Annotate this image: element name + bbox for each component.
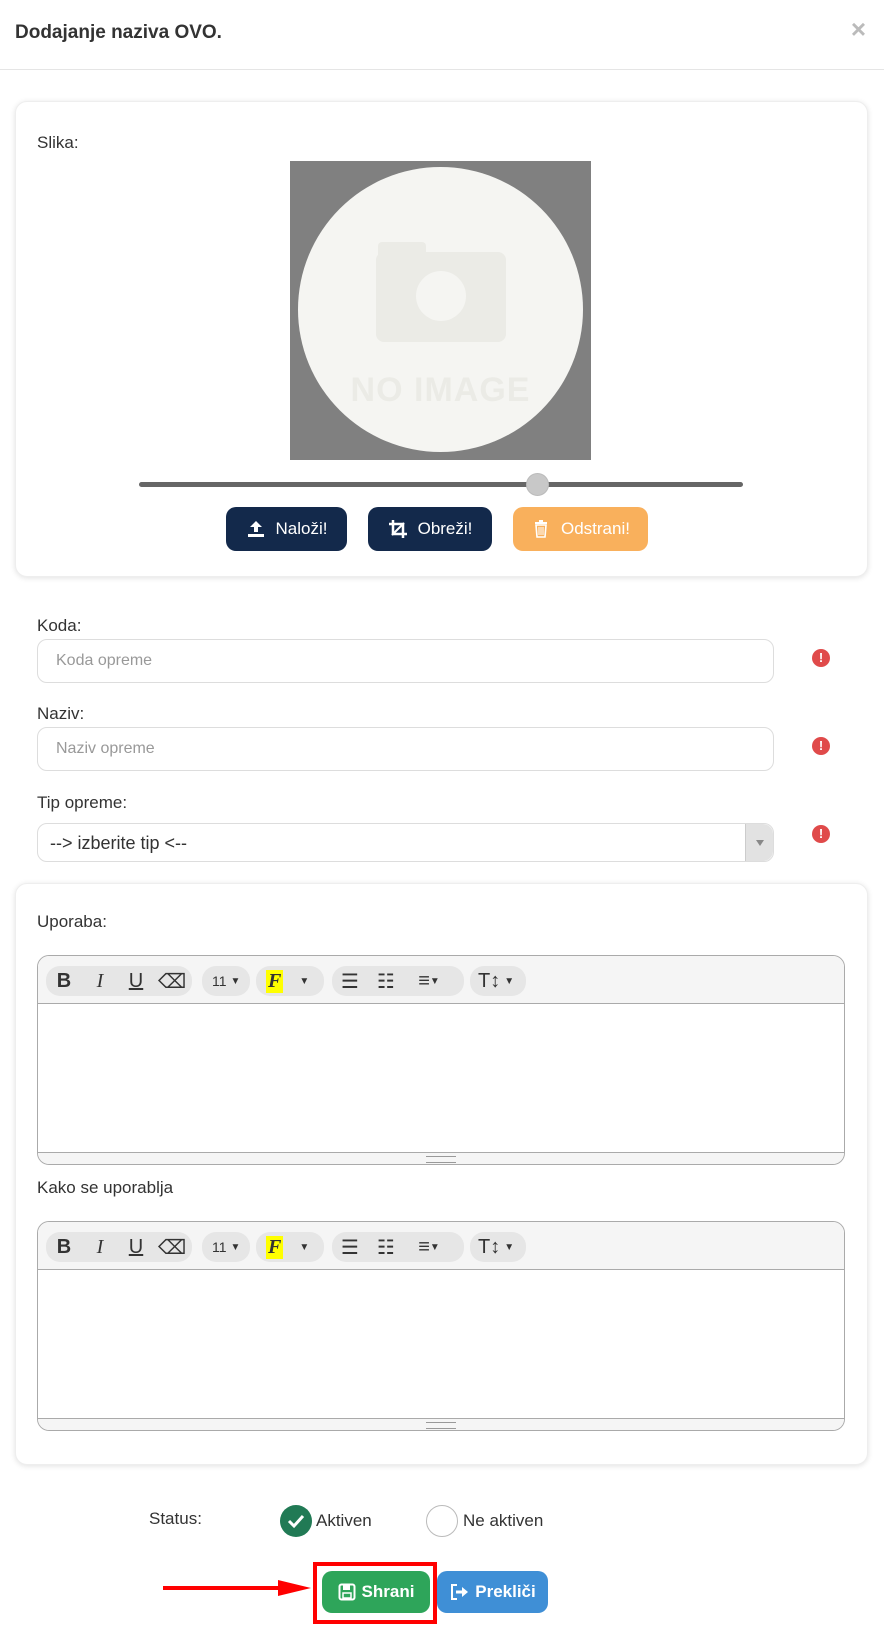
align-dropdown-icon[interactable]: ≡ ▼ [404,966,454,996]
how-to-use-label: Kako se uporablja [37,1178,174,1197]
image-label: Slika: [37,133,79,152]
line-height-dropdown[interactable]: T↕ ▼ [470,1232,526,1262]
italic-icon[interactable]: I [82,966,118,996]
name-input[interactable] [37,727,774,771]
crop-icon [388,520,407,538]
image-preview: NO IMAGE [290,161,591,460]
name-required-icon: ! [812,737,830,755]
status-active-label: Aktiven [316,1511,372,1530]
text-style-group: B I U ⌫ [46,966,192,996]
status-label: Status: [149,1509,202,1528]
font-color-dropdown[interactable]: F ▼ [256,966,324,996]
upload-button-label: Naloži! [275,519,328,538]
bold-icon[interactable]: B [46,966,82,996]
bullet-list-icon[interactable]: ☰ [332,1232,368,1262]
underline-icon[interactable]: U [118,1232,154,1262]
font-size-dropdown[interactable]: 11 ▼ [202,1232,250,1262]
font-size-value: 11 [212,1239,227,1255]
close-icon[interactable]: × [851,16,866,42]
eraser-icon[interactable]: ⌫ [154,966,190,996]
how-to-use-editor-body[interactable] [38,1270,844,1418]
crop-button-label: Obreži! [417,519,473,538]
modal-header: Dodajanje naziva OVO. × [0,0,884,70]
line-height-icon: T↕ [478,1235,501,1258]
align-dropdown-icon[interactable]: ≡ ▼ [404,1232,454,1262]
line-height-dropdown[interactable]: T↕ ▼ [470,966,526,996]
line-height-icon: T↕ [478,969,501,992]
paragraph-group: ☰ ☷ ≡ ▼ [332,1232,464,1262]
code-required-icon: ! [812,649,830,667]
upload-icon [247,521,264,537]
upload-button[interactable]: Naloži! [226,507,347,551]
usage-editor-toolbar: B I U ⌫ 11 ▼ F ▼ ☰ ☷ ≡ ▼ T↕ ▼ [38,956,844,1004]
code-input[interactable] [37,639,774,683]
zoom-slider-thumb[interactable] [526,473,550,496]
caret-down-icon: ▼ [230,1241,241,1253]
caret-down-icon: ▼ [504,1241,515,1253]
equipment-type-selected: --> izberite tip <-- [50,833,188,853]
sign-out-icon [451,1584,469,1600]
trash-icon [535,520,547,538]
eraser-icon[interactable]: ⌫ [154,1232,190,1262]
how-to-use-editor: B I U ⌫ 11 ▼ F ▼ ☰ ☷ ≡ ▼ T↕ ▼ [37,1221,845,1431]
annotation-arrow [163,1580,311,1596]
chevron-down-icon[interactable] [745,824,773,861]
check-icon [287,1514,305,1529]
status-inactive-label: Ne aktiven [463,1511,544,1530]
usage-editor-body[interactable] [38,1004,844,1152]
status-inactive-radio[interactable] [426,1505,458,1537]
usage-editor: B I U ⌫ 11 ▼ F ▼ ☰ ☷ ≡ ▼ T↕ ▼ [37,955,845,1165]
italic-icon[interactable]: I [82,1232,118,1262]
caret-down-icon: ▼ [504,975,515,987]
bullet-list-icon[interactable]: ☰ [332,966,368,996]
save-button[interactable]: Shrani [322,1571,430,1613]
remove-image-button-label: Odstrani! [561,519,630,538]
usage-label: Uporaba: [37,912,107,931]
crop-button[interactable]: Obreži! [368,507,492,551]
zoom-slider-track[interactable] [139,482,743,487]
type-label: Tip opreme: [37,793,128,812]
caret-down-icon: ▼ [299,975,310,987]
font-color-icon: F [266,969,284,993]
paragraph-group: ☰ ☷ ≡ ▼ [332,966,464,996]
how-to-use-editor-toolbar: B I U ⌫ 11 ▼ F ▼ ☰ ☷ ≡ ▼ T↕ ▼ [38,1222,844,1270]
no-image-text: NO IMAGE [350,371,531,409]
status-active-radio[interactable] [280,1505,312,1537]
font-size-dropdown[interactable]: 11 ▼ [202,966,250,996]
numbered-list-icon[interactable]: ☷ [368,1232,404,1262]
cancel-button-label: Prekliči [475,1582,536,1601]
bold-icon[interactable]: B [46,1232,82,1262]
underline-icon[interactable]: U [118,966,154,996]
modal-title: Dodajanje naziva OVO. [15,22,222,43]
name-label: Naziv: [37,704,85,723]
font-color-icon: F [266,1235,284,1259]
remove-image-button[interactable]: Odstrani! [513,507,648,551]
how-to-use-editor-resize-handle[interactable] [38,1418,844,1430]
save-button-label: Shrani [361,1582,415,1601]
text-style-group: B I U ⌫ [46,1232,192,1262]
camera-lens-icon [416,271,466,321]
font-size-value: 11 [212,973,227,989]
cancel-button[interactable]: Prekliči [437,1571,548,1613]
caret-down-icon: ▼ [230,975,241,987]
type-required-icon: ! [812,825,830,843]
equipment-type-select[interactable]: --> izberite tip <-- [37,823,774,862]
floppy-icon [338,1583,356,1601]
caret-down-icon: ▼ [299,1241,310,1253]
usage-editor-resize-handle[interactable] [38,1152,844,1164]
image-crop-circle[interactable]: NO IMAGE [298,167,583,452]
code-label: Koda: [37,616,82,635]
font-color-dropdown[interactable]: F ▼ [256,1232,324,1262]
numbered-list-icon[interactable]: ☷ [368,966,404,996]
